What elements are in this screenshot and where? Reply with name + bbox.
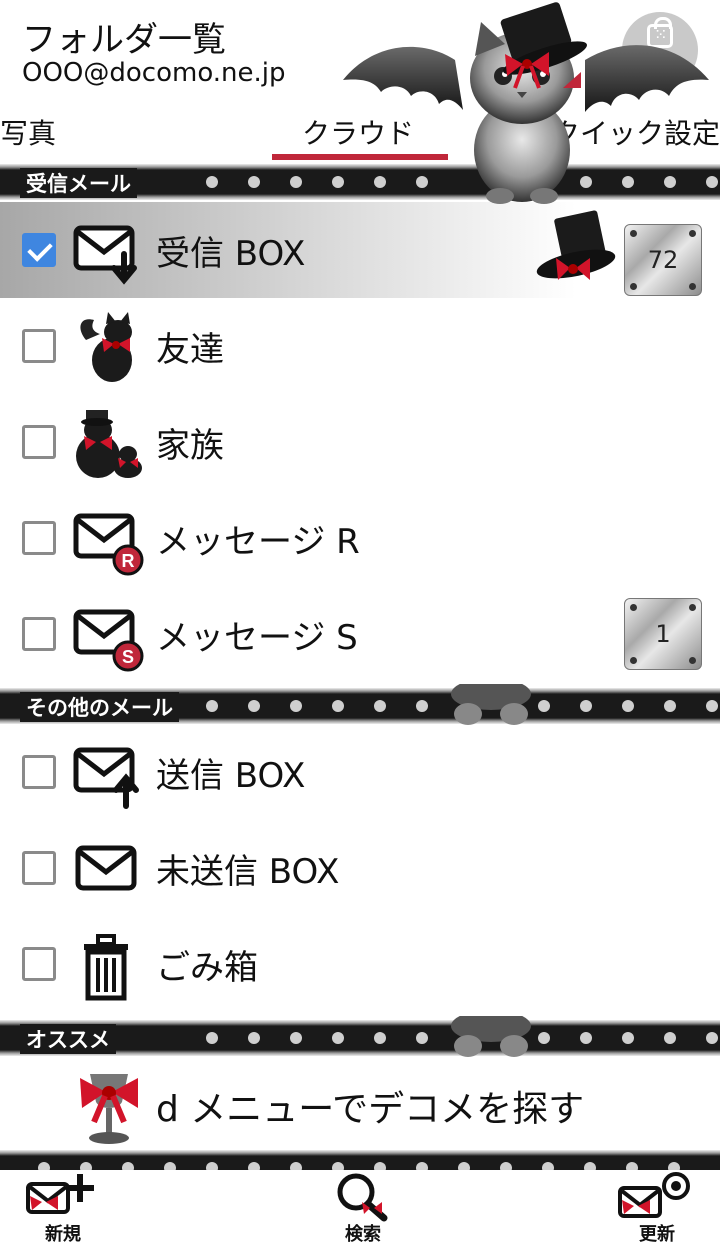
- new-mail-label: 新規: [45, 1224, 81, 1245]
- refresh-mail-icon: [618, 1172, 690, 1218]
- folder-name: 受信 BOX: [156, 234, 306, 274]
- search-icon: [337, 1173, 388, 1222]
- bottom-toolbar: 新規 検索 更新: [0, 1170, 720, 1252]
- section-header-other: その他のメール: [0, 688, 720, 724]
- new-mail-button[interactable]: 新規: [18, 1172, 108, 1246]
- message-r-icon: R: [73, 513, 144, 576]
- folder-row-message-r[interactable]: R メッセージ R: [0, 490, 720, 586]
- folder-name: 家族: [156, 426, 224, 466]
- unread-count: 1: [655, 620, 671, 648]
- page-title: フォルダ一覧: [22, 20, 226, 60]
- folder-row-family[interactable]: 家族: [0, 394, 720, 490]
- folder-checkbox[interactable]: [22, 755, 56, 789]
- compose-mail-icon: [26, 1174, 94, 1214]
- message-s-icon: S: [73, 609, 144, 672]
- search-label: 検索: [345, 1224, 381, 1245]
- inbox-envelope-icon: [73, 225, 137, 285]
- recommend-link-row[interactable]: d メニューでデコメを探す: [0, 1058, 720, 1154]
- folder-name: 送信 BOX: [156, 756, 306, 796]
- tab-photo[interactable]: 写真: [0, 112, 56, 152]
- cat-friend-icon: [80, 312, 132, 382]
- svg-text:R: R: [122, 551, 135, 571]
- folder-name: メッセージ R: [156, 522, 360, 562]
- folder-checkbox[interactable]: [22, 425, 56, 459]
- folder-row-drafts[interactable]: 未送信 BOX: [0, 820, 720, 916]
- search-button[interactable]: 検索: [318, 1172, 408, 1246]
- bat-kitten-mascot: [343, 2, 709, 204]
- top-hat-icon: [536, 210, 616, 280]
- trash-icon: [84, 934, 128, 1001]
- cat-family-icon: [76, 410, 142, 478]
- folder-checkbox[interactable]: [22, 947, 56, 981]
- refresh-label: 更新: [639, 1224, 675, 1245]
- folder-checkbox[interactable]: [22, 521, 56, 555]
- section-label: その他のメール: [20, 692, 179, 722]
- unread-count: 72: [647, 246, 679, 274]
- folder-row-message-s[interactable]: S メッセージ S 1: [0, 586, 720, 682]
- refresh-button[interactable]: 更新: [612, 1172, 702, 1246]
- folder-name: ごみ箱: [156, 948, 258, 988]
- kitten-paws-decoration: [451, 1016, 531, 1057]
- folder-checkbox[interactable]: [22, 851, 56, 885]
- folder-row-outbox[interactable]: 送信 BOX: [0, 724, 720, 820]
- folder-checkbox[interactable]: [22, 233, 56, 267]
- section-label: 受信メール: [20, 168, 137, 198]
- outbox-envelope-icon: [73, 747, 139, 809]
- folder-row-friends[interactable]: 友達: [0, 298, 720, 394]
- draft-envelope-icon: [75, 845, 137, 891]
- unread-count-badge: 72: [624, 224, 702, 296]
- section-label: オススメ: [20, 1024, 116, 1054]
- kitten-paws-decoration: [451, 684, 531, 725]
- section-header-recommend: オススメ: [0, 1020, 720, 1056]
- folder-row-trash[interactable]: ごみ箱: [0, 916, 720, 1012]
- account-address: OOO@docomo.ne.jp: [22, 58, 286, 88]
- folder-row-inbox[interactable]: 受信 BOX 72: [0, 202, 720, 298]
- svg-text:S: S: [122, 647, 134, 667]
- folder-checkbox[interactable]: [22, 329, 56, 363]
- folder-name: 友達: [156, 330, 224, 370]
- folder-checkbox[interactable]: [22, 617, 56, 651]
- goblet-bow-icon: [80, 1074, 138, 1144]
- folder-name: 未送信 BOX: [156, 852, 340, 892]
- recommend-text: d メニューでデコメを探す: [156, 1089, 585, 1130]
- unread-count-badge: 1: [624, 598, 702, 670]
- folder-name: メッセージ S: [156, 618, 358, 658]
